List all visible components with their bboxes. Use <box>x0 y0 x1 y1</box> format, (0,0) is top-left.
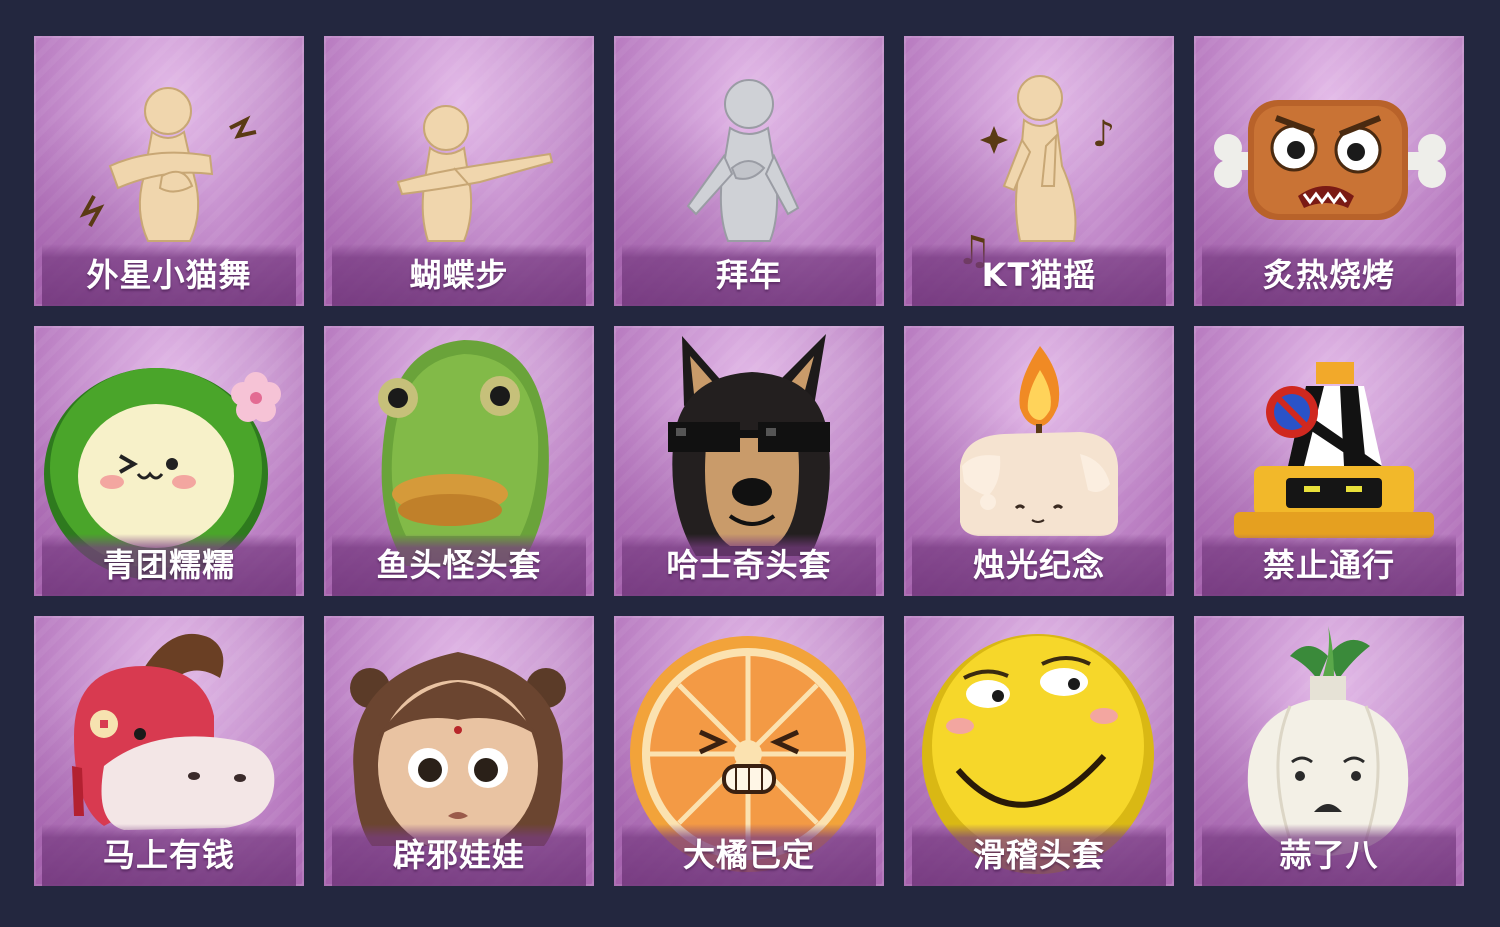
item-label: 鱼头怪头套 <box>376 546 542 584</box>
item-card-green-rice-ball[interactable]: 青团糯糯 <box>34 326 304 596</box>
item-label: 哈士奇头套 <box>666 546 832 584</box>
item-card-amulet-doll[interactable]: 辟邪娃娃 <box>324 616 594 886</box>
item-label: 烛光纪念 <box>972 546 1105 584</box>
item-label: 炙热烧烤 <box>1262 256 1395 294</box>
emote-grid: 外星小猫舞 蝴蝶步 拜年 ♪ ♫ <box>34 36 1464 886</box>
item-card-instant-money[interactable]: 马上有钱 <box>34 616 304 886</box>
item-label: KT猫摇 <box>981 256 1097 294</box>
item-card-funny-mask[interactable]: 滑稽头套 <box>904 616 1174 886</box>
item-card-husky-mask[interactable]: 哈士奇头套 <box>614 326 884 596</box>
item-card-kt-cat-sway[interactable]: ♪ ♫ KT猫摇 <box>904 36 1174 306</box>
svg-text:♪: ♪ <box>1092 114 1115 155</box>
item-label: 大橘已定 <box>682 836 815 874</box>
item-card-candle[interactable]: 烛光纪念 <box>904 326 1174 596</box>
item-label: 马上有钱 <box>102 836 235 874</box>
item-card-new-year[interactable]: 拜年 <box>614 36 884 306</box>
item-card-alien-cat-dance[interactable]: 外星小猫舞 <box>34 36 304 306</box>
item-card-no-entry[interactable]: 禁止通行 <box>1194 326 1464 596</box>
item-card-big-orange[interactable]: 大橘已定 <box>614 616 884 886</box>
item-label: 蒜了八 <box>1279 836 1379 874</box>
item-label: 辟邪娃娃 <box>392 836 525 874</box>
item-label: 滑稽头套 <box>972 836 1105 874</box>
item-card-butterfly-step[interactable]: 蝴蝶步 <box>324 36 594 306</box>
item-card-hot-barbecue[interactable]: 炙热烧烤 <box>1194 36 1464 306</box>
item-label: 拜年 <box>715 256 782 294</box>
item-card-fish-head-mask[interactable]: 鱼头怪头套 <box>324 326 594 596</box>
item-card-garlic[interactable]: 蒜了八 <box>1194 616 1464 886</box>
item-label: 外星小猫舞 <box>86 256 252 294</box>
item-label: 青团糯糯 <box>102 546 235 584</box>
item-label: 禁止通行 <box>1262 546 1395 584</box>
item-label: 蝴蝶步 <box>409 256 509 294</box>
